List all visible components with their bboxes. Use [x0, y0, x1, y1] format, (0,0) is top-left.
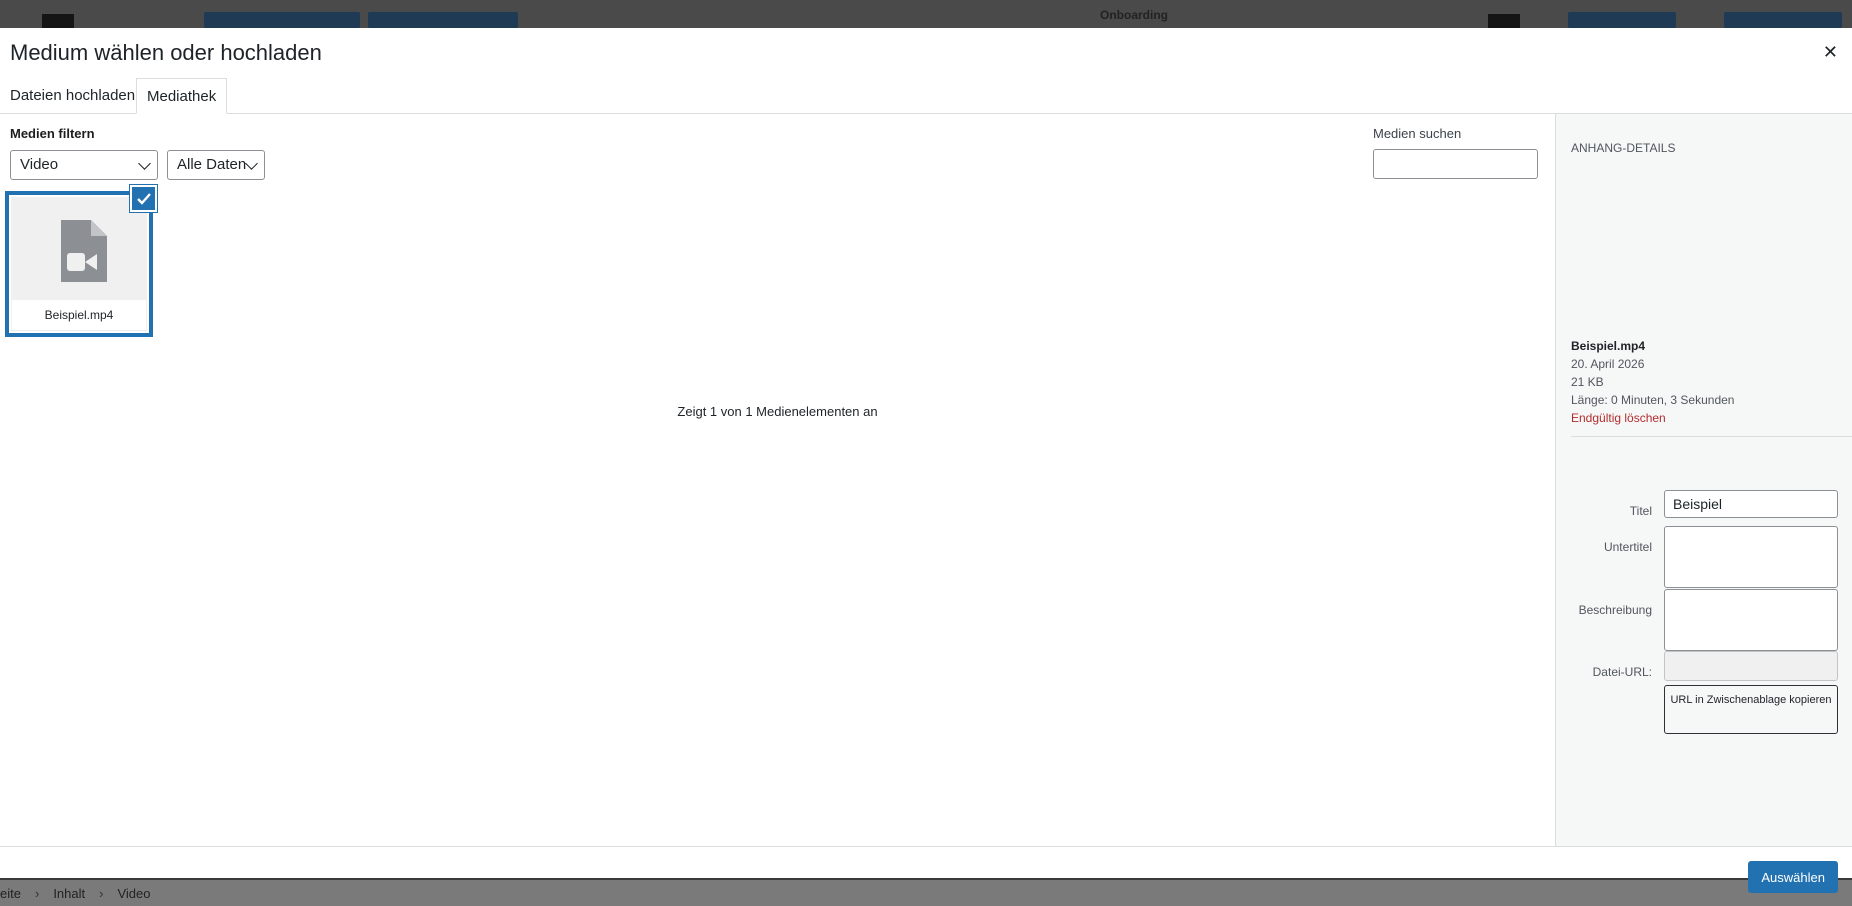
background-logo	[42, 14, 74, 28]
tab-media-library[interactable]: Mediathek	[136, 78, 228, 114]
title-input[interactable]: Beispiel	[1664, 490, 1838, 518]
media-count-text: Zeigt 1 von 1 Medienelementen an	[677, 404, 878, 419]
filter-label: Medien filtern	[10, 126, 95, 141]
attachment-filename: Beispiel.mp4	[1571, 339, 1646, 353]
delete-permanently-link[interactable]: Endgültig löschen	[1571, 409, 1734, 427]
date-filter-select[interactable]: Alle Daten	[167, 150, 265, 180]
breadcrumb-separator: ›	[99, 885, 104, 901]
modal-title: Medium wählen oder hochladen	[10, 40, 322, 65]
modal-footer: Auswählen	[0, 846, 1852, 893]
search-input[interactable]	[1373, 149, 1538, 179]
chevron-down-icon	[245, 157, 258, 170]
media-type-select[interactable]: Video	[10, 150, 158, 180]
search-label: Medien suchen	[1373, 126, 1462, 141]
background-button	[368, 12, 518, 28]
breadcrumb-separator: ›	[34, 885, 40, 901]
close-icon[interactable]: ✕	[1823, 42, 1838, 62]
background-icon	[1488, 14, 1520, 28]
chevron-down-icon	[138, 157, 151, 170]
media-type-value: Video	[20, 156, 59, 173]
copy-url-button[interactable]: URL in Zwischenablage kopieren	[1664, 685, 1838, 734]
modal-tabs: Dateien hochladen Mediathek	[0, 78, 1852, 114]
description-textarea[interactable]	[1664, 589, 1838, 651]
media-modal: Medium wählen oder hochladen ✕ Dateien h…	[0, 28, 1852, 893]
media-browser: Medien filtern Video Alle Daten Medien s…	[0, 114, 1555, 846]
background-button	[1724, 12, 1842, 28]
media-item-preview	[12, 198, 146, 292]
background-editor-toolbar: Onboarding	[0, 0, 1852, 28]
attachment-length: Länge: 0 Minuten, 3 Sekunden	[1571, 393, 1735, 407]
attachment-details-sidebar: Anhang-Details Beispiel.mp4 20. April 20…	[1555, 114, 1852, 846]
select-button[interactable]: Auswählen	[1748, 861, 1838, 893]
background-button	[1568, 12, 1676, 28]
caption-label: Untertitel	[1603, 540, 1652, 554]
selected-checkmark-icon[interactable]	[130, 185, 157, 212]
tab-upload-files[interactable]: Dateien hochladen	[0, 78, 145, 114]
onboarding-label: Onboarding	[1100, 8, 1168, 22]
attachment-meta: Beispiel.mp4 20. April 2026 21 KB Länge:…	[1571, 337, 1734, 427]
breadcrumb-item: eite	[0, 885, 21, 901]
attachment-details-heading: Anhang-Details	[1571, 141, 1676, 155]
video-file-icon	[61, 220, 107, 282]
sidebar-divider	[1571, 436, 1852, 437]
file-url-input[interactable]	[1664, 651, 1838, 681]
background-breadcrumb: eite › Inhalt › Video	[0, 880, 1852, 906]
attachment-date: 20. April 2026	[1571, 357, 1645, 371]
media-item-filename: Beispiel.mp4	[12, 300, 146, 330]
breadcrumb-item: Video	[117, 885, 151, 901]
attachment-size: 21 KB	[1571, 375, 1604, 389]
file-url-label: Datei-URL:	[1592, 665, 1652, 679]
breadcrumb-item: Inhalt	[53, 885, 86, 901]
checkmark-icon	[137, 193, 151, 205]
background-button	[204, 12, 360, 28]
title-label: Titel	[1629, 504, 1652, 518]
media-item[interactable]: Beispiel.mp4	[6, 192, 152, 336]
date-filter-value: Alle Daten	[177, 156, 247, 173]
description-label: Beschreibung	[1578, 603, 1652, 617]
caption-textarea[interactable]	[1664, 526, 1838, 588]
